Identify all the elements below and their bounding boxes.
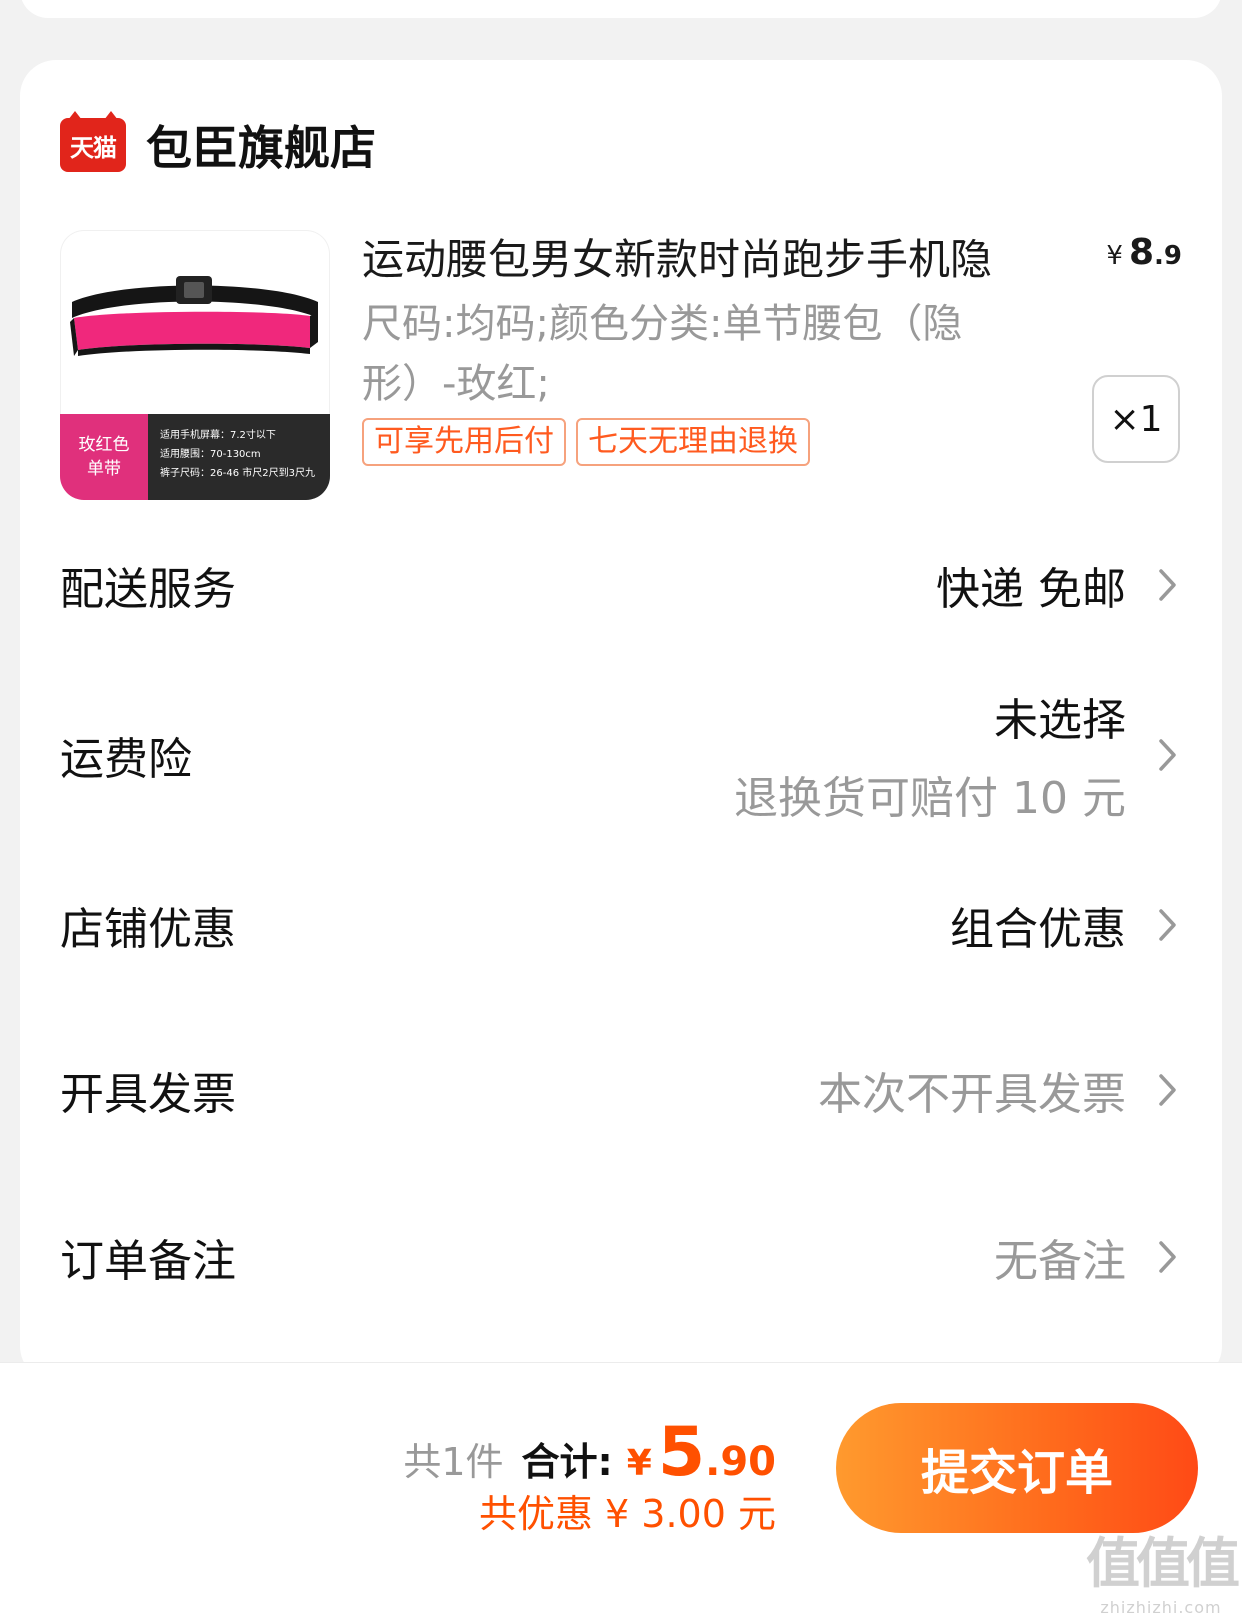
tmall-logo: 天猫 <box>60 111 126 172</box>
invoice-value: 本次不开具发票 <box>818 1069 1126 1120</box>
price-integer: 8 <box>1128 232 1155 273</box>
watermark-text: 值值值 <box>1086 1532 1240 1595</box>
order-total: 共1件 合计: ¥ 5 .90 <box>403 1413 776 1492</box>
shop-header[interactable]: 天猫 包臣旗舰店 <box>60 111 376 178</box>
row-shop-discount[interactable]: 店铺优惠 组合优惠 <box>60 875 1182 975</box>
shipping-insurance-note: 退换货可赔付 10 元 <box>734 773 1126 824</box>
delivery-value: 快递 免邮 <box>936 564 1126 615</box>
product-image[interactable]: 玫红色 单带 适用手机屏幕：7.2寸以下 适用腰围：70-130cm 裤子尺码：… <box>60 230 330 500</box>
shop-discount-value: 组合优惠 <box>950 904 1126 955</box>
row-invoice[interactable]: 开具发票 本次不开具发票 <box>60 1040 1182 1140</box>
previous-card <box>20 0 1222 18</box>
total-currency: ¥ <box>626 1443 652 1484</box>
image-spec-box: 适用手机屏幕：7.2寸以下 适用腰围：70-130cm 裤子尺码：26-46 市… <box>148 414 330 500</box>
chevron-right-icon <box>1159 1074 1176 1106</box>
watermark-logo: 值值值 zhizhizhi.com <box>1086 1519 1240 1617</box>
tag-pay-later: 可享先用后付 <box>362 418 566 466</box>
submit-order-button[interactable]: 提交订单 <box>836 1403 1198 1533</box>
service-tags: 可享先用后付 七天无理由退换 <box>362 418 810 466</box>
invoice-label: 开具发票 <box>60 1069 236 1120</box>
price-currency: ¥ <box>1106 241 1123 271</box>
image-color-label: 玫红色 单带 <box>60 414 148 500</box>
shop-name[interactable]: 包臣旗舰店 <box>146 112 376 178</box>
chevron-right-icon <box>1159 739 1176 771</box>
shop-discount-label: 店铺优惠 <box>60 904 236 955</box>
price-decimal: .9 <box>1154 241 1182 271</box>
image-spec-line: 适用腰围：70-130cm <box>160 449 261 460</box>
order-card: 天猫 包臣旗舰店 玫红色 单带 适用手机屏幕：7.2寸以下 适用腰围：70-13… <box>20 60 1222 1382</box>
chevron-right-icon <box>1159 909 1176 941</box>
row-shipping-insurance[interactable]: 运费险 未选择 退换货可赔付 10 元 <box>60 690 1182 824</box>
total-label: 合计: <box>521 1440 613 1484</box>
shipping-insurance-label: 运费险 <box>60 734 192 785</box>
shipping-insurance-value: 未选择 退换货可赔付 10 元 <box>734 684 1126 826</box>
image-spec-line: 裤子尺码：26-46 市尺2尺到3尺九 <box>160 468 315 479</box>
tag-seven-day-return: 七天无理由退换 <box>576 418 810 466</box>
waist-belt-image <box>70 276 318 356</box>
delivery-label: 配送服务 <box>60 564 236 615</box>
total-integer: 5 <box>657 1413 706 1492</box>
product-price: ¥8.9 <box>1106 232 1182 273</box>
checkout-bar: 共1件 合计: ¥ 5 .90 共优惠 ¥ 3.00 元 提交订单 值值值 zh… <box>0 1362 1242 1621</box>
image-color-text: 玫红色 <box>78 435 130 455</box>
shipping-insurance-status: 未选择 <box>994 695 1126 746</box>
remark-value: 无备注 <box>994 1236 1126 1287</box>
tmall-logo-text: 天猫 <box>70 133 117 162</box>
watermark-url: zhizhizhi.com <box>1100 1598 1222 1617</box>
row-delivery[interactable]: 配送服务 快递 免邮 <box>60 535 1182 635</box>
image-spec-line: 适用手机屏幕：7.2寸以下 <box>160 430 276 441</box>
chevron-right-icon <box>1159 569 1176 601</box>
total-decimal: .90 <box>705 1439 776 1485</box>
product-spec[interactable]: 尺码:均码;颜色分类:单节腰包（隐形）-玫红; <box>362 294 1042 414</box>
chevron-right-icon <box>1159 1241 1176 1273</box>
product-title[interactable]: 运动腰包男女新款时尚跑步手机隐 <box>362 226 1062 287</box>
row-remark[interactable]: 订单备注 无备注 <box>60 1207 1182 1307</box>
item-count: 共1件 <box>403 1440 504 1484</box>
total-discount: 共优惠 ¥ 3.00 元 <box>478 1492 776 1536</box>
image-type-text: 单带 <box>87 459 121 479</box>
quantity-stepper[interactable]: ×1 <box>1092 375 1180 463</box>
remark-label: 订单备注 <box>60 1236 236 1287</box>
image-info-band: 玫红色 单带 适用手机屏幕：7.2寸以下 适用腰围：70-130cm 裤子尺码：… <box>60 414 330 500</box>
